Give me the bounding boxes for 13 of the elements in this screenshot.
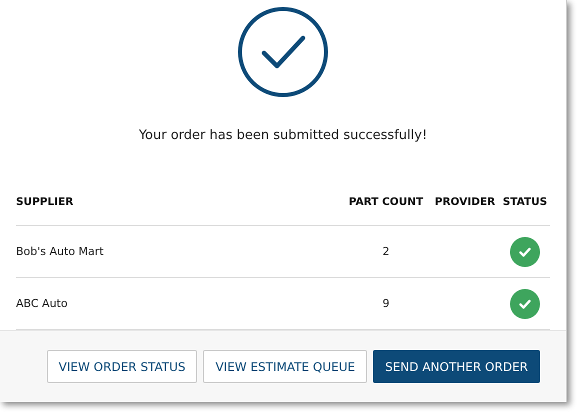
action-button[interactable]: VIEW ESTIMATE QUEUE (203, 350, 368, 383)
table-cell-text: ABC Auto (16, 297, 69, 310)
table-cell-text: 2 (382, 245, 390, 258)
table-cell-text: 9 (382, 297, 390, 310)
success-message: Your order has been submitted successfully! (138, 128, 428, 143)
column-header: STATUS (502, 196, 548, 208)
checkmark-circle-icon (237, 6, 329, 98)
column-header: PART COUNT (348, 196, 424, 208)
table-cell-text: Bob's Auto Mart (16, 245, 105, 258)
action-button[interactable]: SEND ANOTHER ORDER (373, 350, 540, 383)
column-header: SUPPLIER (16, 196, 74, 208)
column-header: PROVIDER (434, 196, 496, 208)
action-button[interactable]: VIEW ORDER STATUS (46, 350, 198, 383)
